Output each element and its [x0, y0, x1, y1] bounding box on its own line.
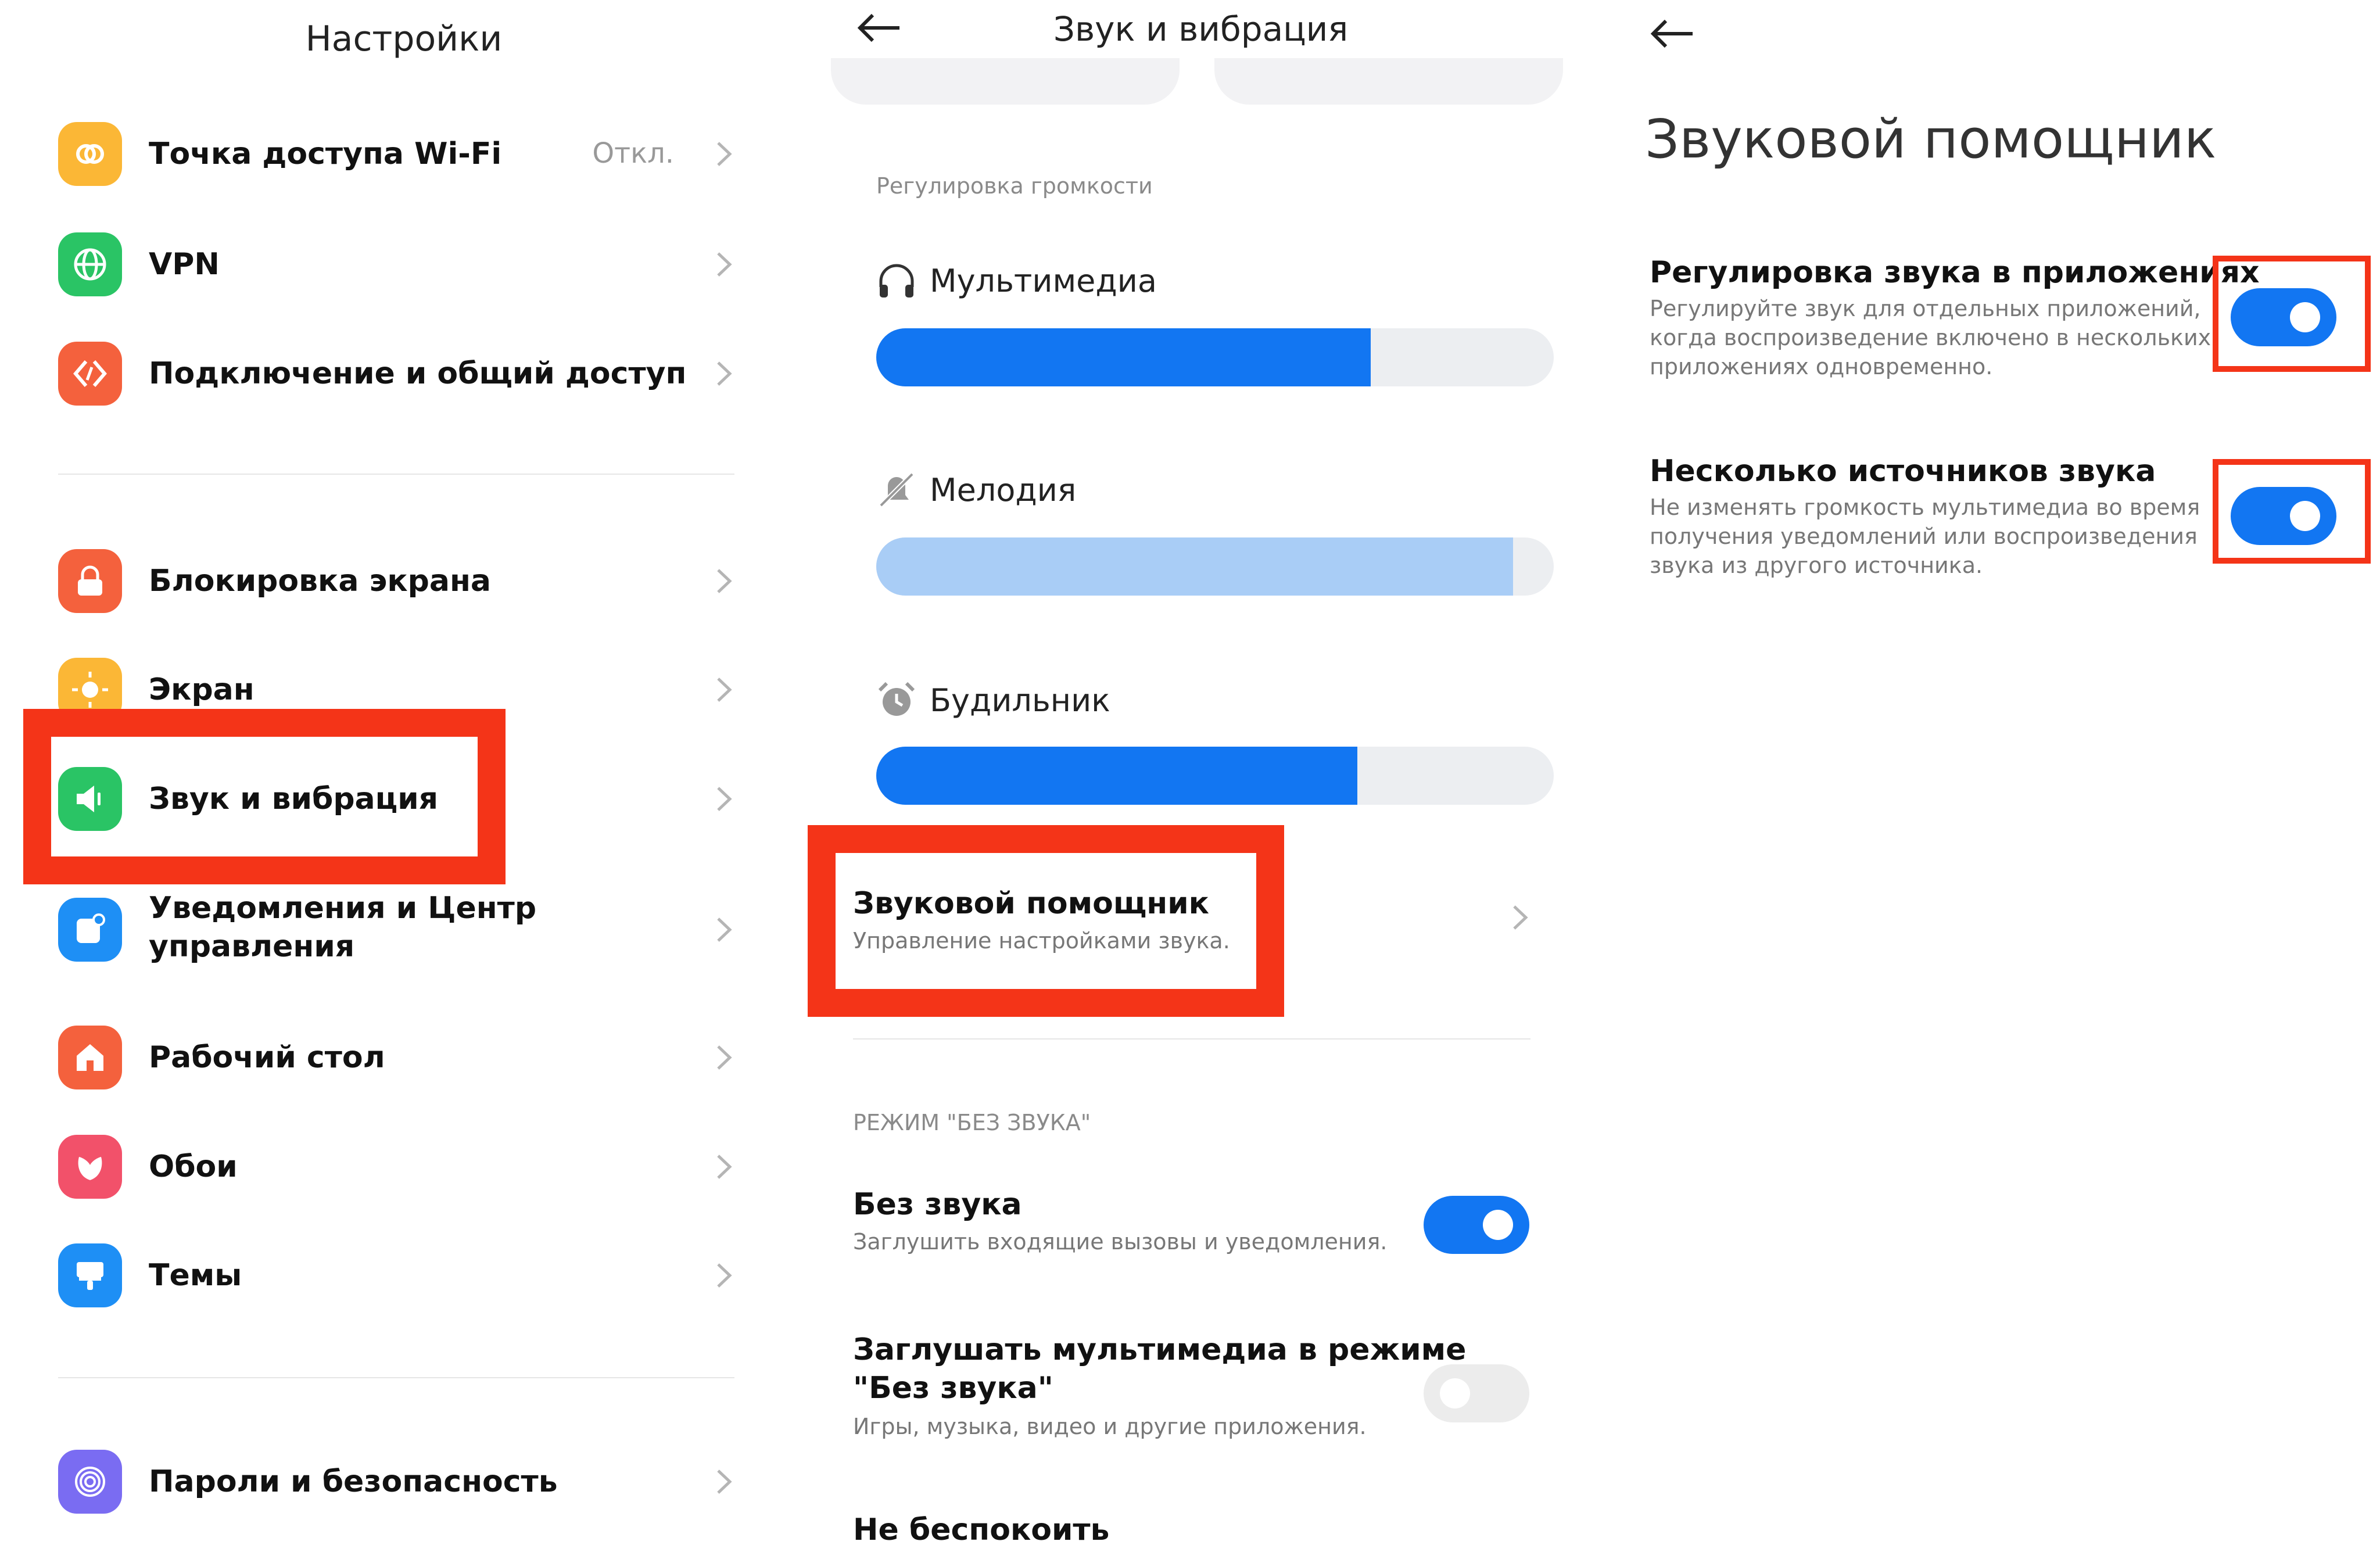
lock-icon [58, 549, 122, 613]
dnd-row[interactable]: Не беспокоить [808, 1511, 1594, 1552]
volume-slider-multimedia[interactable] [876, 328, 1554, 386]
header-card-left [831, 58, 1180, 105]
flower-icon [58, 1135, 122, 1199]
settings-item-label: VPN [149, 247, 220, 282]
volume-slider-ringtone[interactable] [876, 537, 1554, 596]
mute-media-toggle[interactable] [1424, 1364, 1529, 1422]
settings-item-notifications[interactable]: Уведомления и Центр управления [0, 889, 808, 970]
option-description-line2: получения уведомлений или воспроизведени… [1650, 524, 2198, 549]
highlight-frame-sound [23, 709, 506, 884]
settings-item-lock-screen[interactable]: Блокировка экрана [0, 543, 808, 619]
settings-item-label: Темы [149, 1258, 242, 1293]
mute-media-row[interactable]: Заглушать мультимедиа в режиме "Без звук… [808, 1331, 1594, 1458]
settings-item-wallpaper[interactable]: Обои [0, 1129, 808, 1205]
section-silent-header: РЕЖИМ "БЕЗ ЗВУКА" [853, 1110, 1091, 1135]
notification-icon [58, 898, 122, 962]
header-card-right [1214, 58, 1563, 105]
share-icon [58, 342, 122, 406]
hotspot-status: Откл. [592, 137, 674, 170]
settings-item-label: Блокировка экрана [149, 564, 491, 598]
settings-item-label-line2: управления [149, 929, 355, 964]
volume-label-alarm: Будильник [930, 682, 1110, 719]
option-description-line3: приложениях одновременно. [1650, 354, 1993, 379]
settings-item-label: Уведомления и Центр [149, 891, 537, 926]
home-icon [58, 1026, 122, 1089]
settings-item-label: Рабочий стол [149, 1040, 385, 1075]
chevron-right-icon [1510, 903, 1530, 932]
silent-mode-toggle[interactable] [1424, 1196, 1529, 1254]
section-volume-header: Регулировка громкости [876, 173, 1153, 199]
page-title: Звуковой помощник [1645, 108, 2217, 170]
dnd-title: Не беспокоить [853, 1512, 1110, 1547]
settings-item-label: Подключение и общий доступ [149, 356, 687, 391]
chevron-right-icon [714, 567, 734, 596]
chevron-right-icon [714, 1467, 734, 1496]
option-description-line2: когда воспроизведение включено в несколь… [1650, 325, 2211, 350]
hotspot-icon [58, 122, 122, 186]
chevron-right-icon [714, 1261, 734, 1290]
settings-item-label: Пароли и безопасность [149, 1464, 558, 1499]
option-title: Несколько источников звука [1650, 454, 2156, 489]
settings-item-label: Обои [149, 1149, 238, 1184]
option-description-line1: Не изменять громкость мультимедиа во вре… [1650, 494, 2200, 520]
volume-label-multimedia: Мультимедиа [930, 263, 1157, 299]
settings-item-connection[interactable]: Подключение и общий доступ [0, 336, 808, 411]
divider [58, 474, 734, 475]
sound-assistant-panel: Звуковой помощник Регулировка звука в пр… [1594, 0, 2380, 1552]
chevron-right-icon [714, 784, 734, 813]
chevron-right-icon [714, 1043, 734, 1072]
settings-item-hotspot[interactable]: Точка доступа Wi-Fi Откл. [0, 116, 808, 192]
back-arrow-icon[interactable] [1648, 16, 1695, 53]
highlight-frame-toggle-1 [2213, 256, 2371, 372]
volume-fill [876, 747, 1357, 805]
settings-panel: Настройки Точка доступа Wi-Fi Откл. VPN … [0, 0, 808, 1552]
fingerprint-icon [58, 1450, 122, 1514]
divider [58, 1377, 734, 1378]
toggle-knob [1440, 1378, 1470, 1408]
brush-icon [58, 1243, 122, 1307]
sound-vibration-panel: Звук и вибрация Регулировка громкости Му… [808, 0, 1594, 1552]
volume-fill [876, 537, 1514, 596]
option-description-line1: Регулируйте звук для отдельных приложени… [1650, 296, 2201, 321]
divider [853, 1038, 1530, 1040]
silent-mode-subtitle: Заглушить входящие вызовы и уведомления. [853, 1229, 1388, 1254]
silent-mode-row[interactable]: Без звука Заглушить входящие вызовы и ув… [808, 1185, 1594, 1290]
toggle-knob [1483, 1210, 1513, 1240]
chevron-right-icon [714, 675, 734, 704]
volume-label-ringtone: Мелодия [930, 472, 1077, 508]
page-title: Настройки [305, 19, 503, 59]
chevron-right-icon [714, 250, 734, 279]
settings-item-vpn[interactable]: VPN [0, 227, 808, 302]
option-description-line3: звука из другого источника. [1650, 553, 1983, 578]
settings-item-home-screen[interactable]: Рабочий стол [0, 1020, 808, 1095]
page-title: Звук и вибрация [1053, 9, 1349, 49]
mute-media-subtitle: Игры, музыка, видео и другие приложения. [853, 1414, 1367, 1439]
chevron-right-icon [714, 1152, 734, 1181]
bell-off-icon [876, 469, 917, 510]
mute-media-title-line2: "Без звука" [853, 1371, 1053, 1406]
headphones-icon [876, 260, 917, 301]
highlight-frame-assistant [808, 825, 1284, 1017]
settings-item-themes[interactable]: Темы [0, 1238, 808, 1313]
highlight-frame-toggle-2 [2213, 459, 2371, 564]
settings-item-security[interactable]: Пароли и безопасность [0, 1444, 808, 1519]
alarm-icon [876, 680, 917, 721]
settings-item-label: Экран [149, 672, 255, 707]
chevron-right-icon [714, 915, 734, 944]
chevron-right-icon [714, 359, 734, 388]
silent-mode-title: Без звука [853, 1187, 1022, 1222]
volume-slider-alarm[interactable] [876, 747, 1554, 805]
volume-fill [876, 328, 1371, 386]
mute-media-title: Заглушать мультимедиа в режиме [853, 1332, 1467, 1367]
chevron-right-icon [714, 139, 734, 169]
option-title: Регулировка звука в приложениях [1650, 255, 2260, 290]
settings-item-label: Точка доступа Wi-Fi [149, 137, 502, 171]
globe-icon [58, 232, 122, 296]
